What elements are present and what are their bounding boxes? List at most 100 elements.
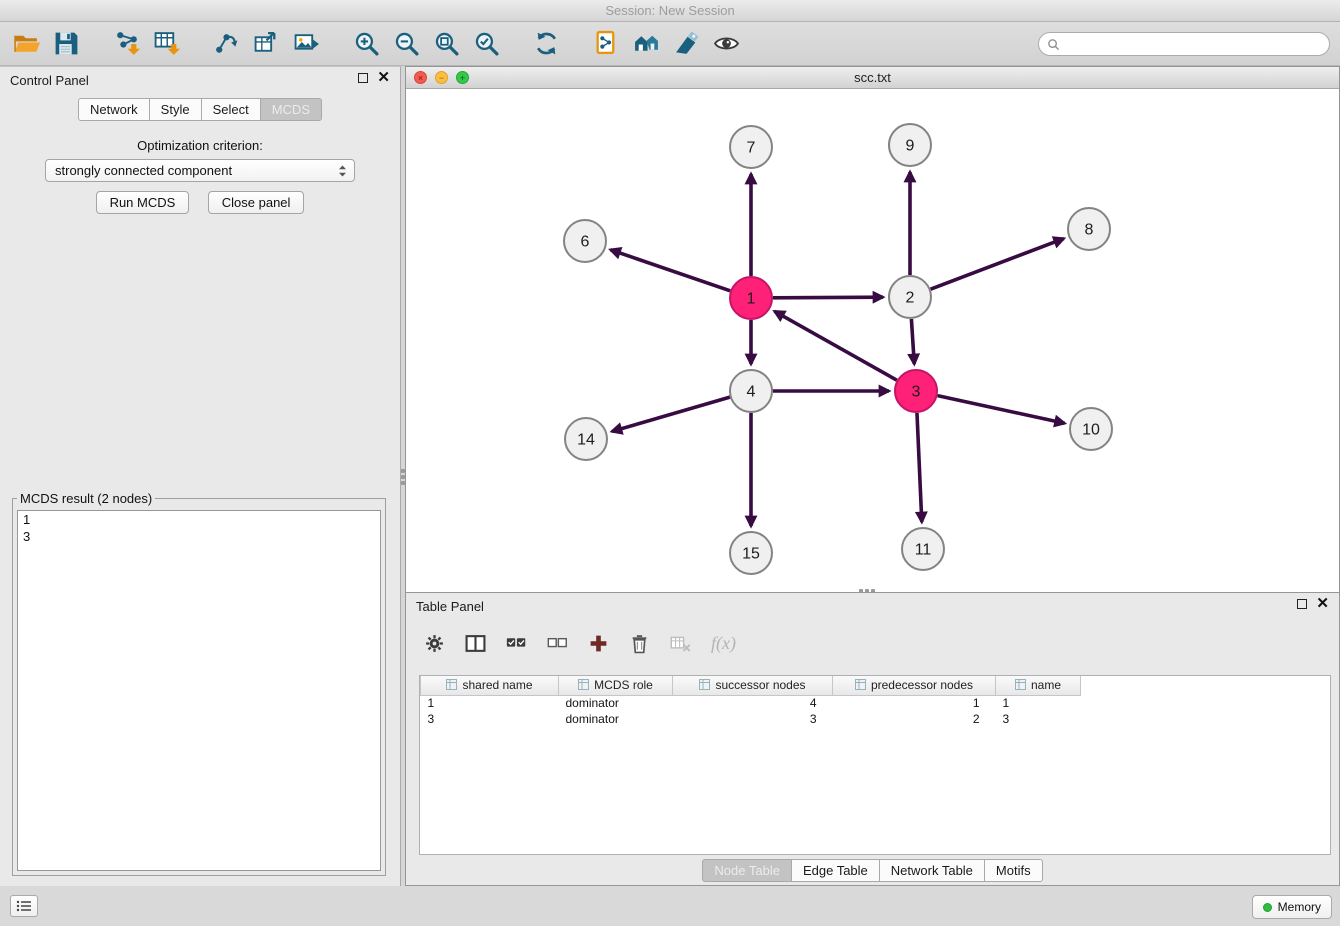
table-cell[interactable]: 2 <box>833 711 996 727</box>
zoom-fit-button[interactable] <box>426 26 466 62</box>
float-panel-icon[interactable] <box>358 73 368 83</box>
delete-row-button[interactable] <box>629 633 650 654</box>
column-header-MCDS-role[interactable]: MCDS role <box>559 676 673 695</box>
table-cell[interactable]: dominator <box>559 711 673 727</box>
save-session-button[interactable] <box>46 26 86 62</box>
table-cell[interactable]: 1 <box>421 695 559 711</box>
network-window-titlebar[interactable]: × − + scc.txt <box>406 67 1339 89</box>
node-label: 10 <box>1082 422 1100 439</box>
export-table-button[interactable] <box>246 26 286 62</box>
edge-3-11[interactable] <box>917 413 922 522</box>
table-cell[interactable]: dominator <box>559 695 673 711</box>
node-10[interactable]: 10 <box>1070 408 1112 450</box>
export-image-button[interactable] <box>286 26 326 62</box>
add-row-button[interactable] <box>588 633 609 654</box>
apply-layout-button[interactable] <box>526 26 566 62</box>
tab-network[interactable]: Network <box>78 98 150 121</box>
close-table-panel-icon[interactable]: ✕ <box>1316 599 1329 609</box>
network-window-title: scc.txt <box>854 70 891 85</box>
column-header-shared-name[interactable]: shared name <box>421 676 559 695</box>
close-panel-button[interactable]: Close panel <box>208 191 305 214</box>
table-cell[interactable]: 3 <box>421 711 559 727</box>
maximize-window-button[interactable]: + <box>456 71 469 84</box>
node-4[interactable]: 4 <box>730 370 772 412</box>
column-header-label: name <box>1031 678 1061 692</box>
settings-gear-button[interactable] <box>424 633 445 654</box>
node-15[interactable]: 15 <box>730 532 772 574</box>
mcds-result-list[interactable]: 13 <box>17 510 381 871</box>
node-label: 4 <box>747 384 756 401</box>
tab-select[interactable]: Select <box>201 98 261 121</box>
table-cell[interactable]: 3 <box>673 711 833 727</box>
node-label: 8 <box>1085 222 1094 239</box>
column-header-name[interactable]: name <box>996 676 1081 695</box>
edge-3-10[interactable] <box>937 396 1064 424</box>
node-9[interactable]: 9 <box>889 124 931 166</box>
column-layout-button[interactable] <box>465 633 486 654</box>
select-all-icon <box>506 633 527 654</box>
table-cell[interactable]: 4 <box>673 695 833 711</box>
node-11[interactable]: 11 <box>902 528 944 570</box>
deselect-all-button[interactable] <box>547 633 568 654</box>
export-network-button[interactable] <box>206 26 246 62</box>
import-table-button[interactable] <box>146 26 186 62</box>
edge-3-1[interactable] <box>775 311 897 380</box>
style-brush-button[interactable] <box>666 26 706 62</box>
edge-1-6[interactable] <box>611 250 731 291</box>
node-6[interactable]: 6 <box>564 220 606 262</box>
close-panel-icon[interactable]: ✕ <box>377 73 390 83</box>
tab-network-table[interactable]: Network Table <box>879 859 985 882</box>
new-network-from-selection-button[interactable] <box>586 26 626 62</box>
edge-2-8[interactable] <box>931 239 1064 290</box>
column-header-predecessor-nodes[interactable]: predecessor nodes <box>833 676 996 695</box>
status-bar: Memory <box>0 886 1340 926</box>
column-header-successor-nodes[interactable]: successor nodes <box>673 676 833 695</box>
network-canvas[interactable]: 7 9 6 8 1 2 4 3 14 10 15 11 <box>406 89 1339 592</box>
import-network-button[interactable] <box>106 26 146 62</box>
node-2[interactable]: 2 <box>889 276 931 318</box>
table-cell[interactable]: 1 <box>996 695 1081 711</box>
node-1[interactable]: 1 <box>730 277 772 319</box>
tab-edge-table[interactable]: Edge Table <box>791 859 880 882</box>
search-input[interactable] <box>1060 34 1329 54</box>
vertical-splitter-grip[interactable] <box>399 468 406 486</box>
node-table: shared nameMCDS rolesuccessor nodesprede… <box>419 675 1331 855</box>
close-window-button[interactable]: × <box>414 71 427 84</box>
node-3[interactable]: 3 <box>895 370 937 412</box>
zoom-selected-button[interactable] <box>466 26 506 62</box>
criterion-select[interactable]: strongly connected component <box>45 159 355 182</box>
tab-motifs[interactable]: Motifs <box>984 859 1043 882</box>
tab-mcds[interactable]: MCDS <box>260 98 322 121</box>
float-table-panel-icon[interactable] <box>1297 599 1307 609</box>
show-graphics-details-button[interactable] <box>706 26 746 62</box>
run-mcds-button[interactable]: Run MCDS <box>96 191 190 214</box>
task-history-button[interactable] <box>10 895 38 917</box>
edge-1-2[interactable] <box>773 297 883 298</box>
horizontal-splitter-grip[interactable] <box>858 587 876 594</box>
table-cell[interactable]: 1 <box>833 695 996 711</box>
mcds-result-item[interactable]: 1 <box>18 511 380 528</box>
table-row[interactable]: 1dominator411 <box>421 695 1081 711</box>
window-titlebar[interactable]: Session: New Session <box>0 0 1340 22</box>
tab-style[interactable]: Style <box>149 98 202 121</box>
node-8[interactable]: 8 <box>1068 208 1110 250</box>
table-row[interactable]: 3dominator323 <box>421 711 1081 727</box>
table-panel-title: Table Panel <box>416 599 484 614</box>
edge-4-14[interactable] <box>612 397 730 431</box>
memory-button[interactable]: Memory <box>1252 895 1332 919</box>
deselect-all-icon <box>547 633 568 654</box>
first-neighbors-button[interactable] <box>626 26 666 62</box>
minimize-window-button[interactable]: − <box>435 71 448 84</box>
open-file-button[interactable] <box>6 26 46 62</box>
edge-2-3[interactable] <box>911 319 914 364</box>
zoom-in-button[interactable] <box>346 26 386 62</box>
select-all-button[interactable] <box>506 633 527 654</box>
tab-node-table[interactable]: Node Table <box>702 859 792 882</box>
zoom-out-button[interactable] <box>386 26 426 62</box>
table-cell[interactable]: 3 <box>996 711 1081 727</box>
mcds-result-item[interactable]: 3 <box>18 528 380 545</box>
search-field[interactable] <box>1038 32 1330 56</box>
node-14[interactable]: 14 <box>565 418 607 460</box>
node-7[interactable]: 7 <box>730 126 772 168</box>
select-arrows-icon <box>337 164 354 178</box>
